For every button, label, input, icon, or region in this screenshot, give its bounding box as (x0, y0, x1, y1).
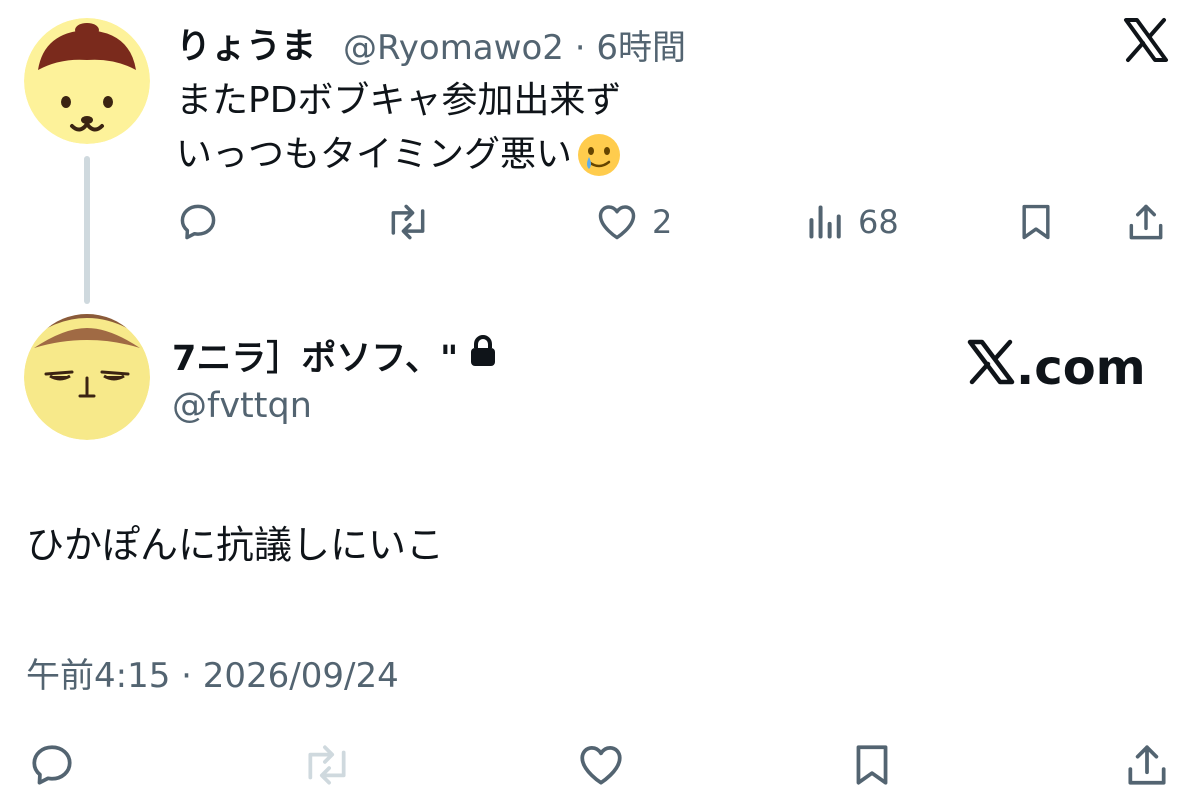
tweet-text-line2: いっつもタイミング悪い (176, 134, 573, 175)
x-com-logo-icon (966, 338, 1016, 398)
avatar-ryoma[interactable] (24, 18, 150, 144)
time-ago[interactable]: 6時間 (596, 28, 686, 68)
meta-separator: · (574, 28, 586, 68)
smiling-tear-emoji-icon (576, 132, 622, 178)
retweet-icon (391, 204, 425, 240)
views-button[interactable]: 68 (806, 200, 899, 244)
x-com-suffix: .com (1016, 340, 1146, 396)
lock-icon (468, 334, 498, 377)
like-button-2[interactable] (574, 740, 628, 790)
views-bar-chart-icon (809, 205, 841, 239)
like-button[interactable]: 2 (594, 200, 672, 244)
x-com-branding: .com (966, 338, 1146, 398)
share-icon (1128, 745, 1166, 785)
retweet-button[interactable] (384, 200, 432, 244)
handle-fvttqn[interactable]: @fvttqn (172, 386, 312, 426)
like-count: 2 (652, 203, 673, 241)
reply-button-2[interactable] (26, 740, 78, 790)
reply-tweet-text: ひかぽんに抗議しにいこ (26, 523, 445, 567)
display-name-ryoma[interactable]: りょうま (176, 18, 316, 69)
share-button[interactable] (1124, 200, 1168, 244)
share-button-2[interactable] (1122, 740, 1172, 790)
pompompurin-avatar-icon (24, 18, 150, 144)
reply-button[interactable] (176, 200, 220, 244)
display-name-fvttqn[interactable]: 7ニラ］ポソフ、" (172, 330, 458, 381)
tweet-text-line2-wrap: いっつもタイミング悪い (176, 128, 622, 182)
views-count: 68 (858, 203, 899, 241)
retweet-button-2-disabled (298, 740, 356, 790)
bookmark-button-2[interactable] (848, 740, 896, 790)
share-icon (1129, 204, 1163, 240)
reply-icon (32, 745, 72, 785)
pompompurin-face-avatar-icon (24, 314, 150, 440)
handle-ryoma[interactable]: @Ryomawo2 (343, 28, 564, 68)
display-name-fvttqn-wrap: 7ニラ］ポソフ、" (172, 330, 498, 381)
thread-connector-line (84, 156, 90, 304)
x-logo-icon[interactable] (1122, 16, 1170, 68)
retweet-icon (308, 745, 346, 785)
reply-icon (180, 204, 216, 240)
reply-timestamp[interactable]: 午前4:15 · 2026/09/24 (26, 648, 399, 697)
bookmark-icon (856, 745, 888, 785)
bookmark-button[interactable] (1016, 200, 1056, 244)
avatar-fvttqn[interactable] (24, 314, 150, 440)
heart-icon (580, 746, 622, 785)
tweet-meta: @Ryomawo2 · 6時間 (343, 20, 686, 69)
heart-icon (598, 205, 636, 240)
tweet-text-line1: またPDボブキャ参加出来ず (176, 80, 622, 121)
bookmark-icon (1022, 204, 1050, 240)
